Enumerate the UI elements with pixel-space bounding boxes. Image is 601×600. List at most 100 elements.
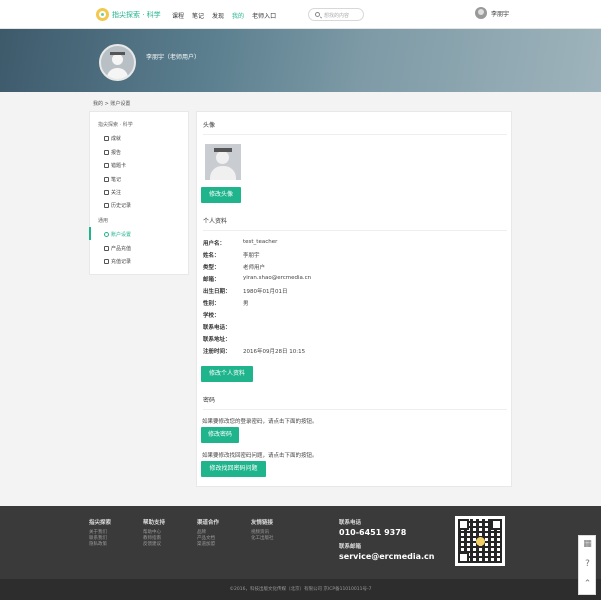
avatar (475, 7, 487, 19)
back-to-top-icon[interactable]: ⌃ (582, 579, 593, 590)
copyright-bar: ©2016，科技出版文化传媒（北京）有限公司 京ICP备11010011号-7 (0, 579, 601, 600)
banner-user-name: 李朋宇（老师用户） (146, 54, 201, 61)
sidebar-item-wrong-cards[interactable]: 错题卡 (104, 162, 126, 169)
password-hint: 如果要修改您的登录密码，请点击下面的按钮。 (202, 419, 318, 425)
top-navbar: 指尖探索 · 科学 课程 笔记 发现 我的 老师入口 想找的内容 李朋宇 (0, 0, 601, 29)
gear-icon (104, 232, 109, 237)
nav-item-teacher-entry[interactable]: 老师入口 (252, 11, 276, 20)
footer-col-links: 友情链接 视频资讯 化工出版社 (251, 520, 274, 542)
password-section-title: 密码 (203, 397, 216, 404)
footer-col-about: 指尖探索 关于我们 联系我们 隐私政策 (89, 520, 112, 548)
footer-link[interactable]: 渠道加盟 (197, 542, 219, 548)
sidebar-item-history[interactable]: 历史记录 (104, 202, 131, 209)
divider (203, 409, 507, 410)
profile-section-title: 个人资料 (203, 218, 228, 225)
calendar-icon (104, 163, 109, 168)
profile-field-label: 出生日期： (203, 289, 231, 295)
logo[interactable]: 指尖探索 · 科学 (96, 8, 161, 21)
sidebar-group-title: 指尖探索 · 科学 (98, 122, 133, 128)
profile-field-label: 类型： (203, 265, 220, 271)
profile-banner (0, 29, 601, 92)
profile-field-label: 联系地址： (203, 337, 231, 343)
trophy-icon (104, 136, 109, 141)
nav-item-courses[interactable]: 课程 (172, 11, 184, 20)
banner-avatar (99, 44, 136, 81)
history-icon (104, 203, 109, 208)
nav-item-mine[interactable]: 我的 (232, 11, 244, 20)
sidebar-item-report[interactable]: 报告 (104, 149, 121, 156)
change-avatar-button[interactable]: 修改头像 (201, 187, 241, 203)
account-settings-panel: 头像 修改头像 个人资料 修改个人资料 密码 如果要修改您的登录密码，请点击下面… (196, 111, 512, 487)
sidebar-group-general: 通用 (98, 218, 109, 224)
phone-label: 联系电话 (339, 520, 362, 526)
security-question-hint: 如果要修改找回密码问题，请点击下面的按钮。 (202, 453, 318, 459)
profile-field-value: 李朋宇 (243, 253, 260, 259)
profile-row: 联系电话： (203, 323, 243, 331)
footer-link[interactable]: 隐私政策 (89, 542, 111, 548)
profile-row: 类型： 老师用户 (203, 263, 265, 271)
qr-toggle-icon[interactable]: ▦ (582, 539, 593, 550)
breadcrumb[interactable]: 我的 > 账户设置 (93, 100, 130, 107)
sidebar-active-indicator (89, 227, 91, 240)
search-icon (315, 12, 320, 17)
email-address[interactable]: service@ercmedia.cn (339, 552, 434, 561)
help-icon[interactable]: ? (582, 559, 593, 570)
footer-col-partners: 渠道合作 品牌 产品文档 渠道加盟 (197, 520, 220, 548)
change-password-button[interactable]: 修改密码 (201, 427, 239, 443)
profile-field-label: 性别： (203, 301, 220, 307)
logo-icon (96, 8, 109, 21)
profile-field-label: 学校： (203, 313, 220, 319)
user-menu[interactable]: 李朋宇 (475, 7, 509, 19)
main-nav: 课程 笔记 发现 我的 老师入口 (172, 11, 284, 20)
user-name: 李朋宇 (491, 10, 510, 18)
profile-row: 邮箱： yiran.shao@ercmedia.cn (203, 275, 311, 283)
search-placeholder: 想找的内容 (324, 13, 350, 19)
email-label: 联系邮箱 (339, 544, 362, 550)
footer-col-help: 帮助支持 帮助中心 教师指南 反馈建议 (143, 520, 166, 548)
logo-text: 指尖探索 · 科学 (112, 10, 161, 19)
sidebar-item-recharge-records[interactable]: 充值记录 (104, 258, 131, 265)
calendar-icon (104, 259, 109, 264)
profile-field-value: yiran.shao@ercmedia.cn (243, 275, 312, 281)
qr-code (455, 516, 505, 566)
profile-field-value: 2016年09月28日 10:15 (243, 349, 306, 355)
sidebar-item-follow[interactable]: 关注 (104, 189, 121, 196)
edit-profile-button[interactable]: 修改个人资料 (201, 366, 253, 382)
footer: 指尖探索 关于我们 联系我们 隐私政策 帮助支持 帮助中心 教师指南 反馈建议 … (0, 506, 601, 579)
sidebar-item-notes[interactable]: 笔记 (104, 176, 121, 183)
phone-number: 010-6451 9378 (339, 528, 407, 537)
profile-row: 联系地址： (203, 335, 243, 343)
sidebar-item-achievements[interactable]: 成就 (104, 135, 121, 142)
profile-field-value: 男 (243, 301, 249, 307)
chart-icon (104, 150, 109, 155)
search-input[interactable]: 想找的内容 (308, 8, 364, 21)
profile-field-label: 邮箱： (203, 277, 220, 283)
divider (203, 134, 507, 135)
footer-link[interactable]: 反馈建议 (143, 542, 165, 548)
sidebar: 指尖探索 · 科学 成就 报告 错题卡 笔记 关注 历史记录 通用 账户设置 产… (89, 111, 189, 275)
book-icon (104, 177, 109, 182)
profile-row: 姓名： 李朋宇 (203, 251, 260, 259)
profile-field-label: 联系电话： (203, 325, 231, 331)
avatar-section-title: 头像 (203, 122, 216, 129)
profile-row: 性别： 男 (203, 299, 249, 307)
copyright-text: ©2016，科技出版文化传媒（北京）有限公司 京ICP备11010011号-7 (229, 587, 372, 592)
profile-field-label: 用户名： (203, 241, 226, 247)
nav-item-notes[interactable]: 笔记 (192, 11, 204, 20)
divider (203, 230, 507, 231)
nav-item-discover[interactable]: 发现 (212, 11, 224, 20)
profile-field-value: 老师用户 (243, 265, 266, 271)
sidebar-item-account-settings[interactable]: 账户设置 (104, 231, 131, 238)
footer-link[interactable]: 化工出版社 (251, 536, 274, 542)
profile-field-value: test_teacher (243, 239, 278, 245)
profile-field-label: 注册时间： (203, 349, 231, 355)
card-icon (104, 246, 109, 251)
profile-row: 学校： (203, 311, 243, 319)
floating-toolbar: ▦ ? ⌃ (578, 535, 596, 595)
profile-field-label: 姓名： (203, 253, 220, 259)
heart-icon (104, 190, 109, 195)
change-security-question-button[interactable]: 修改找回密码问题 (201, 461, 266, 477)
qr-logo (476, 537, 485, 546)
sidebar-item-product-recharge[interactable]: 产品充值 (104, 245, 131, 252)
profile-avatar (205, 144, 241, 180)
